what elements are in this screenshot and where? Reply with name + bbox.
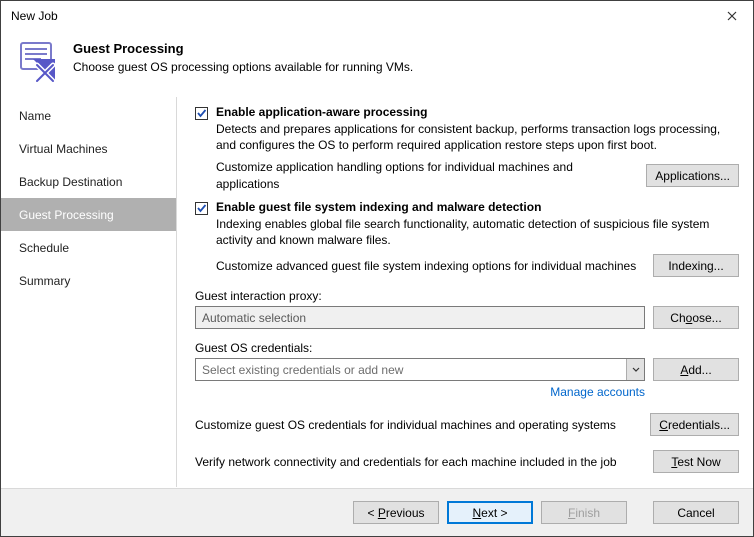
app-aware-customize-text: Customize application handling options f… <box>216 159 638 191</box>
indexing-button[interactable]: Indexing... <box>653 254 739 277</box>
creds-dropdown-button[interactable] <box>626 359 644 380</box>
footer: < Previous Next > Finish Cancel <box>1 488 753 536</box>
close-icon <box>727 11 737 21</box>
applications-button[interactable]: Applications... <box>646 164 739 187</box>
sidebar-item-label: Guest Processing <box>19 208 114 222</box>
sidebar-item-label: Summary <box>19 274 70 288</box>
chevron-down-icon <box>632 367 640 373</box>
creds-label: Guest OS credentials: <box>195 341 739 355</box>
sidebar-item-schedule[interactable]: Schedule <box>1 231 176 264</box>
main-panel: Enable application-aware processing Dete… <box>177 97 753 487</box>
choose-proxy-button[interactable]: Choose... <box>653 306 739 329</box>
sidebar-item-label: Name <box>19 109 51 123</box>
page-title: Guest Processing <box>73 41 413 56</box>
creds-customize-row: Customize guest OS credentials for indiv… <box>195 413 739 436</box>
wizard-steps: Name Virtual Machines Backup Destination… <box>1 97 177 487</box>
sidebar-item-name[interactable]: Name <box>1 99 176 132</box>
sidebar-item-guest-processing[interactable]: Guest Processing <box>1 198 176 231</box>
app-aware-desc: Detects and prepares applications for co… <box>216 121 739 153</box>
creds-row: Select existing credentials or add new A… <box>195 358 739 381</box>
indexing-section: Enable guest file system indexing and ma… <box>195 200 739 277</box>
credentials-button[interactable]: Credentials... <box>650 413 739 436</box>
app-aware-checkbox[interactable] <box>195 107 208 120</box>
finish-button: Finish <box>541 501 627 524</box>
proxy-row: Automatic selection Choose... <box>195 306 739 329</box>
sidebar-item-label: Virtual Machines <box>19 142 108 156</box>
creds-customize-text: Customize guest OS credentials for indiv… <box>195 417 642 433</box>
check-icon <box>196 108 207 119</box>
indexing-title: Enable guest file system indexing and ma… <box>216 200 739 214</box>
test-now-button[interactable]: Test Now <box>653 450 739 473</box>
indexing-checkbox[interactable] <box>195 202 208 215</box>
page-header: Guest Processing Choose guest OS process… <box>1 31 753 97</box>
window-title: New Job <box>11 9 58 23</box>
close-button[interactable] <box>711 1 753 31</box>
sidebar-item-summary[interactable]: Summary <box>1 264 176 297</box>
manage-accounts-link[interactable]: Manage accounts <box>195 385 739 399</box>
sidebar-item-label: Schedule <box>19 241 69 255</box>
previous-button[interactable]: < Previous <box>353 501 439 524</box>
sidebar-item-virtual-machines[interactable]: Virtual Machines <box>1 132 176 165</box>
proxy-label: Guest interaction proxy: <box>195 289 739 303</box>
verify-row: Verify network connectivity and credenti… <box>195 450 739 473</box>
sidebar-item-backup-destination[interactable]: Backup Destination <box>1 165 176 198</box>
indexing-customize-text: Customize advanced guest file system ind… <box>216 258 645 274</box>
proxy-field: Automatic selection <box>195 306 645 329</box>
app-aware-section: Enable application-aware processing Dete… <box>195 105 739 192</box>
cancel-button[interactable]: Cancel <box>653 501 739 524</box>
check-icon <box>196 203 207 214</box>
creds-placeholder: Select existing credentials or add new <box>196 359 626 380</box>
creds-combobox[interactable]: Select existing credentials or add new <box>195 358 645 381</box>
indexing-desc: Indexing enables global file search func… <box>216 216 739 248</box>
next-button[interactable]: Next > <box>447 501 533 524</box>
titlebar: New Job <box>1 1 753 31</box>
app-aware-title: Enable application-aware processing <box>216 105 739 119</box>
wizard-body: Name Virtual Machines Backup Destination… <box>1 97 753 487</box>
verify-text: Verify network connectivity and credenti… <box>195 454 645 470</box>
guest-processing-icon <box>15 39 59 83</box>
sidebar-item-label: Backup Destination <box>19 175 122 189</box>
page-subtitle: Choose guest OS processing options avail… <box>73 60 413 74</box>
add-creds-button[interactable]: Add... <box>653 358 739 381</box>
